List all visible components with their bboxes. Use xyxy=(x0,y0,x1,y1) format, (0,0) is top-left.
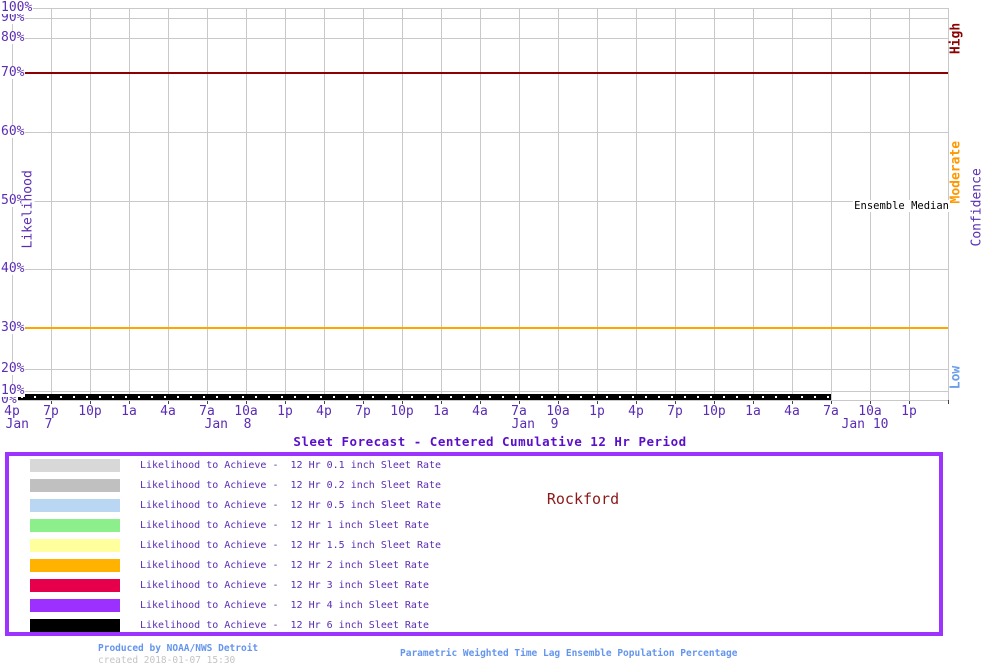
gridline-vertical xyxy=(480,8,481,400)
gridline-vertical xyxy=(363,8,364,400)
x-date-label: Jan 7 xyxy=(5,417,53,432)
high-confidence-threshold-line xyxy=(12,72,948,74)
legend-swatch xyxy=(30,499,120,512)
gridline-horizontal xyxy=(12,18,948,19)
confidence-low-label: Low xyxy=(948,365,964,390)
gridline-vertical xyxy=(207,8,208,400)
gridline-horizontal xyxy=(12,369,948,370)
gridline-horizontal xyxy=(12,201,948,202)
gridline-vertical xyxy=(675,8,676,400)
legend-swatch xyxy=(30,539,120,552)
gridline-vertical xyxy=(168,8,169,400)
confidence-moderate-label: Moderate xyxy=(948,140,964,204)
legend-swatch xyxy=(30,559,120,572)
gridline-horizontal xyxy=(12,132,948,133)
y-tick-label: 30% xyxy=(0,320,26,335)
footer-produced-by: Produced by NOAA/NWS Detroit xyxy=(98,643,259,654)
y-tick-label: 20% xyxy=(0,361,26,376)
x-date-label: Jan 10 xyxy=(841,417,889,432)
y-tick-label: 60% xyxy=(0,124,26,139)
x-tick-label: 4a xyxy=(784,404,800,419)
x-tick-label: 4a xyxy=(160,404,176,419)
gridline-vertical xyxy=(246,8,247,400)
gridline-horizontal xyxy=(12,8,948,9)
ensemble-median-label: Ensemble Median xyxy=(853,200,950,212)
x-tick-label: 10p xyxy=(702,404,726,419)
footer-method: Parametric Weighted Time Lag Ensemble Po… xyxy=(400,648,738,659)
gridline-vertical xyxy=(558,8,559,400)
sleet-forecast-chart: 0% 10% 20% 30% 40% 50% 60% 70% 80% 90% 100% 4p 7p 10p… xyxy=(0,0,1000,670)
legend-label: Likelihood to Achieve - 12 Hr 0.5 inch S… xyxy=(140,500,442,511)
gridline-horizontal xyxy=(12,38,948,39)
x-tick-label: 1a xyxy=(121,404,137,419)
footer-created-timestamp: created 2018-01-07 15:30 xyxy=(98,655,236,666)
gridline-vertical xyxy=(402,8,403,400)
x-date-label: Jan 9 xyxy=(511,417,559,432)
y-tick-label: 70% xyxy=(0,65,26,80)
gridline-vertical xyxy=(324,8,325,400)
legend-box: Likelihood to Achieve - 12 Hr 0.1 inch S… xyxy=(5,452,943,636)
confidence-high-label: High xyxy=(948,22,964,55)
x-tick-label: 4p xyxy=(316,404,332,419)
legend-label: Likelihood to Achieve - 12 Hr 0.2 inch S… xyxy=(140,480,442,491)
legend-swatch xyxy=(30,519,120,532)
legend-label: Likelihood to Achieve - 12 Hr 1 inch Sle… xyxy=(140,520,429,531)
gridline-vertical xyxy=(753,8,754,400)
gridline-horizontal xyxy=(12,400,948,401)
x-tick-label: 1a xyxy=(745,404,761,419)
legend-swatch xyxy=(30,459,120,472)
legend-label: Likelihood to Achieve - 12 Hr 4 inch Sle… xyxy=(140,600,429,611)
y-axis-title: Likelihood xyxy=(20,170,36,249)
x-tick-label: 10p xyxy=(390,404,414,419)
legend-swatch xyxy=(30,579,120,592)
legend-swatch xyxy=(30,599,120,612)
legend-swatch xyxy=(30,479,120,492)
ensemble-data-line xyxy=(10,394,831,400)
gridline-vertical xyxy=(51,8,52,400)
legend-swatch xyxy=(30,619,120,632)
x-tick-label: 7p xyxy=(355,404,371,419)
y-tick-label: 80% xyxy=(0,30,26,45)
x-date-label: Jan 8 xyxy=(204,417,252,432)
x-tick-label: 4a xyxy=(472,404,488,419)
gridline-horizontal xyxy=(12,269,948,270)
gridline-vertical xyxy=(792,8,793,400)
legend-label: Likelihood to Achieve - 12 Hr 3 inch Sle… xyxy=(140,580,429,591)
x-tick-label: 4p xyxy=(628,404,644,419)
legend-label: Likelihood to Achieve - 12 Hr 6 inch Sle… xyxy=(140,620,429,631)
site-label: Rockford xyxy=(546,490,620,508)
gridline-vertical xyxy=(519,8,520,400)
chart-title: Sleet Forecast - Centered Cumulative 12 … xyxy=(293,434,687,449)
gridline-vertical xyxy=(129,8,130,400)
x-tick-label: 10p xyxy=(78,404,102,419)
gridline-vertical xyxy=(831,8,832,400)
confidence-axis-title: Confidence xyxy=(969,168,985,247)
hourly-point-markers xyxy=(10,396,831,398)
gridline-vertical xyxy=(597,8,598,400)
legend-label: Likelihood to Achieve - 12 Hr 1.5 inch S… xyxy=(140,540,442,551)
y-tick-label: 10% xyxy=(0,383,26,398)
gridline-vertical xyxy=(441,8,442,400)
gridline-vertical xyxy=(636,8,637,400)
gridline-vertical xyxy=(714,8,715,400)
x-tick-label: 1p xyxy=(901,404,917,419)
x-tick-label: 1p xyxy=(277,404,293,419)
moderate-confidence-threshold-line xyxy=(12,327,948,329)
legend-label: Likelihood to Achieve - 12 Hr 0.1 inch S… xyxy=(140,460,442,471)
x-tick-label: 7p xyxy=(667,404,683,419)
gridline-vertical xyxy=(285,8,286,400)
x-tick-label: 1a xyxy=(433,404,449,419)
gridline-horizontal xyxy=(12,391,948,392)
gridline-vertical xyxy=(90,8,91,400)
x-axis-tick xyxy=(948,400,949,404)
legend-label: Likelihood to Achieve - 12 Hr 2 inch Sle… xyxy=(140,560,429,571)
y-tick-label: 100% xyxy=(0,0,34,15)
x-tick-label: 1p xyxy=(589,404,605,419)
y-tick-label: 40% xyxy=(0,261,26,276)
